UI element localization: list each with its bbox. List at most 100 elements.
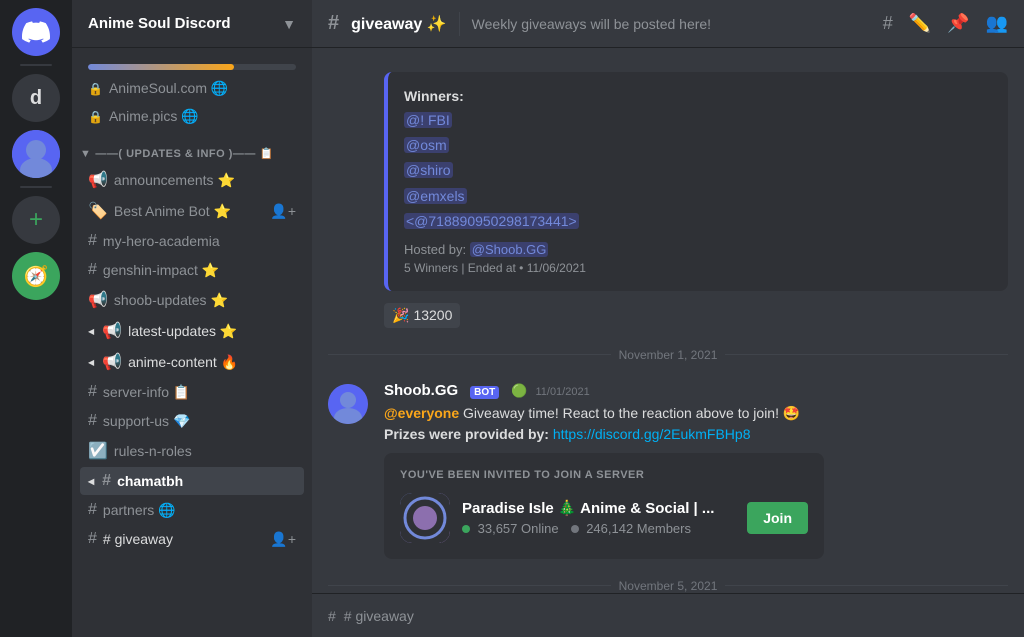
date-divider-2: November 5, 2021 <box>328 579 1008 593</box>
channel-name: shoob-updates ⭐ <box>114 292 296 309</box>
winner-mention-4: @emxels <box>404 188 467 204</box>
invite-card-body: Paradise Isle 🎄 Anime & Social | ... 33,… <box>400 493 808 543</box>
invite-link[interactable]: https://discord.gg/2EukmFBHp8 <box>553 426 751 442</box>
channel-item-shoob-updates[interactable]: 📢 shoob-updates ⭐ <box>80 285 304 315</box>
channel-name: my-hero-academia <box>103 233 296 249</box>
lock-icon: 🔒 <box>88 82 103 96</box>
explore-servers-button[interactable]: 🧭 <box>12 252 60 300</box>
add-server-button[interactable]: + <box>12 196 60 244</box>
channel-item-announcements[interactable]: 📢 announcements ⭐ <box>80 165 304 195</box>
host-mention: @Shoob.GG <box>470 242 549 257</box>
channel-item-mha[interactable]: # my-hero-academia <box>80 227 304 255</box>
giveaway-winners-label: Winners: <box>404 88 992 104</box>
winner-mention-1: @! FBI <box>404 112 452 128</box>
channel-topbar: # giveaway ✨ Weekly giveaways will be po… <box>312 0 1024 48</box>
server-divider <box>20 64 52 66</box>
hashtag-icon[interactable]: # <box>883 13 893 34</box>
channel-item-support-us[interactable]: # support-us 💎 <box>80 407 304 435</box>
divider-line <box>725 585 1008 586</box>
channel-item-animepics[interactable]: 🔒 Anime.pics 🌐 <box>80 103 304 130</box>
checkbox-icon: ☑️ <box>88 441 108 461</box>
megaphone-icon: 📢 <box>102 352 122 372</box>
channel-item-partners[interactable]: # partners 🌐 <box>80 496 304 524</box>
giveaway-winners-list: @! FBI @osm @shiro @emxels <@71889095029… <box>404 108 992 234</box>
channel-name: AnimeSoul.com 🌐 <box>109 80 296 97</box>
giveaway-footer: 5 Winners | Ended at • 11/06/2021 <box>404 261 992 275</box>
prizes-label: Prizes were provided by: <box>384 426 553 442</box>
online-stat: 33,657 Online <box>462 521 559 536</box>
category-label: ——( UPDATES & INFO )—— <box>95 148 256 160</box>
winner-mention-5: <@718890950298173441> <box>404 213 579 229</box>
server-icon-d[interactable]: d <box>12 74 60 122</box>
server-icon-avatar[interactable] <box>12 130 60 178</box>
hash-icon: # <box>88 232 97 250</box>
channel-item-genshin[interactable]: # genshin-impact ⭐ <box>80 256 304 284</box>
server-dropdown-icon[interactable]: ▼ <box>282 16 296 32</box>
invite-server-name: Paradise Isle 🎄 Anime & Social | ... <box>462 499 735 517</box>
channel-list: 🔒 AnimeSoul.com 🌐 🔒 Anime.pics 🌐 ▼ ——( U… <box>72 48 312 637</box>
unread-indicator: ◀ <box>88 358 94 367</box>
reaction-emoji: 🎉 <box>392 307 409 324</box>
xp-progress-container <box>72 56 312 74</box>
hash-icon: # <box>88 530 97 548</box>
date-label: November 1, 2021 <box>619 348 718 362</box>
server-list: d + 🧭 <box>0 0 72 637</box>
megaphone-icon: 📢 <box>88 290 108 310</box>
server-header[interactable]: Anime Soul Discord ▼ <box>72 0 312 48</box>
hash-icon: # <box>88 501 97 519</box>
category-updates-info[interactable]: ▼ ——( UPDATES & INFO )—— 📋 <box>72 131 312 164</box>
reaction-block: 🎉 13200 <box>312 299 1024 332</box>
channel-item-chamatbh[interactable]: ◀ # chamatbh <box>80 467 304 495</box>
message-content-1: Shoob.GG BOT 🟢 11/01/2021 @everyone Give… <box>384 382 1008 559</box>
divider-line <box>328 585 611 586</box>
giveaway-hosted-by: Hosted by: @Shoob.GG <box>404 242 992 257</box>
channel-name: # giveaway <box>103 531 264 547</box>
invite-card: YOU'VE BEEN INVITED TO JOIN A SERVER Par… <box>384 453 824 559</box>
add-member-icon[interactable]: 👤+ <box>270 203 296 220</box>
channel-name: support-us 💎 <box>103 413 296 430</box>
channel-name: anime-content 🔥 <box>128 354 296 371</box>
xp-progress-fill <box>88 64 234 70</box>
members-stat: 246,142 Members <box>571 521 691 536</box>
channel-item-giveaway[interactable]: # # giveaway 👤+ <box>80 525 304 553</box>
channel-name: rules-n-roles <box>114 443 296 459</box>
channel-item-anime-content[interactable]: ◀ 📢 anime-content 🔥 <box>80 347 304 377</box>
join-server-button[interactable]: Join <box>747 502 808 534</box>
message-username-1: Shoob.GG <box>384 382 458 399</box>
channel-name: latest-updates ⭐ <box>128 323 296 340</box>
reaction-button[interactable]: 🎉 13200 <box>384 303 460 328</box>
members-icon[interactable]: 👥 <box>986 13 1008 34</box>
pin-icon[interactable]: 📌 <box>947 13 969 34</box>
channel-name: Best Anime Bot ⭐ <box>114 203 264 220</box>
channel-name: Anime.pics 🌐 <box>109 108 296 125</box>
megaphone-icon: 📢 <box>102 321 122 341</box>
channel-name: partners 🌐 <box>103 502 296 519</box>
channel-item-server-info[interactable]: # server-info 📋 <box>80 378 304 406</box>
hash-icon: # <box>88 261 97 279</box>
offline-dot <box>571 525 579 533</box>
unread-indicator: ◀ <box>88 477 94 486</box>
channel-name: genshin-impact ⭐ <box>103 262 296 279</box>
topbar-description: Weekly giveaways will be posted here! <box>472 16 871 32</box>
xp-progress-bar <box>88 64 296 70</box>
channel-item-latest-updates[interactable]: ◀ 📢 latest-updates ⭐ <box>80 316 304 346</box>
edit-icon[interactable]: ✏️ <box>909 13 931 34</box>
channel-prefix-icon: 🏷️ <box>88 201 108 221</box>
channel-name: server-info 📋 <box>103 384 296 401</box>
channel-name: chamatbh <box>117 473 296 489</box>
bottom-hash-icon: # <box>328 608 336 624</box>
discord-home-icon[interactable] <box>12 8 60 56</box>
category-icon: 📋 <box>260 147 274 160</box>
channel-item-rules[interactable]: ☑️ rules-n-roles <box>80 436 304 466</box>
bottom-bar: # # giveaway <box>312 593 1024 637</box>
channel-item-animesoul[interactable]: 🔒 AnimeSoul.com 🌐 <box>80 75 304 102</box>
add-member-icon[interactable]: 👤+ <box>270 531 296 548</box>
channel-item-best-anime-bot[interactable]: 🏷️ Best Anime Bot ⭐ 👤+ <box>80 196 304 226</box>
invite-server-icon <box>400 493 450 543</box>
lock-icon: 🔒 <box>88 110 103 124</box>
message-avatar-1 <box>328 384 368 424</box>
unread-indicator: ◀ <box>88 327 94 336</box>
date-label: November 5, 2021 <box>619 579 718 593</box>
invite-card-header: YOU'VE BEEN INVITED TO JOIN A SERVER <box>400 469 808 481</box>
bot-badge-1: BOT <box>470 386 499 399</box>
